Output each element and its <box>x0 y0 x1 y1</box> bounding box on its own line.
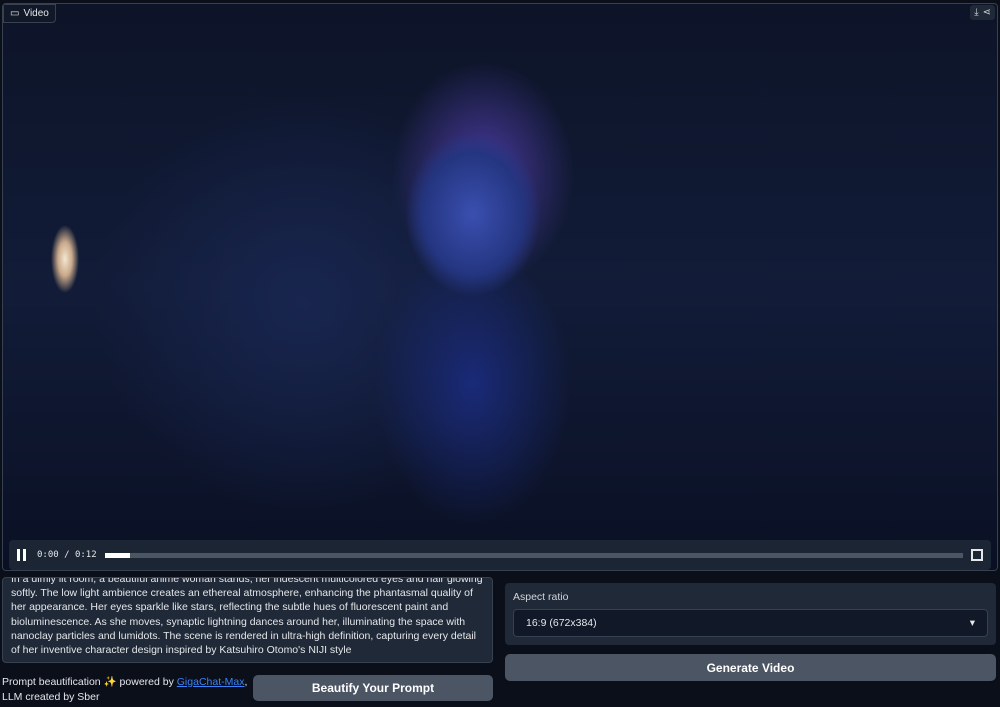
video-label: ▭ Video <box>3 4 56 23</box>
video-controls: 0:00 / 0:12 <box>9 540 991 570</box>
video-player[interactable]: ▭ Video ⤓ ⋖ 0:00 / 0:12 <box>2 3 998 571</box>
beautify-prompt-button[interactable]: Beautify Your Prompt <box>253 675 493 701</box>
sparkle-icon: ✨ <box>103 676 117 688</box>
share-icon[interactable]: ⋖ <box>983 7 991 18</box>
prompt-textarea[interactable]: In a dimly lit room, a beautiful anime w… <box>2 577 493 663</box>
fullscreen-icon[interactable] <box>971 549 983 561</box>
progress-slider[interactable] <box>104 552 963 558</box>
chevron-down-icon: ▾ <box>969 617 975 629</box>
generate-video-button[interactable]: Generate Video <box>505 654 996 681</box>
credit-text: Prompt beautification ✨ powered by GigaC… <box>2 676 248 703</box>
video-camera-icon: ▭ <box>10 8 20 19</box>
aspect-ratio-label: Aspect ratio <box>513 591 569 603</box>
aspect-ratio-panel: Aspect ratio 16:9 (672x384) ▾ <box>505 583 996 645</box>
time-display: 0:00 / 0:12 <box>37 550 97 560</box>
video-actions: ⤓ ⋖ <box>970 5 995 20</box>
download-icon[interactable]: ⤓ <box>974 7 978 18</box>
video-frame[interactable] <box>3 4 997 570</box>
progress-fill <box>104 552 131 558</box>
aspect-ratio-dropdown[interactable]: 16:9 (672x384) ▾ <box>513 609 988 637</box>
pause-button[interactable] <box>17 549 29 561</box>
gigachat-link[interactable]: GigaChat-Max <box>177 676 245 688</box>
